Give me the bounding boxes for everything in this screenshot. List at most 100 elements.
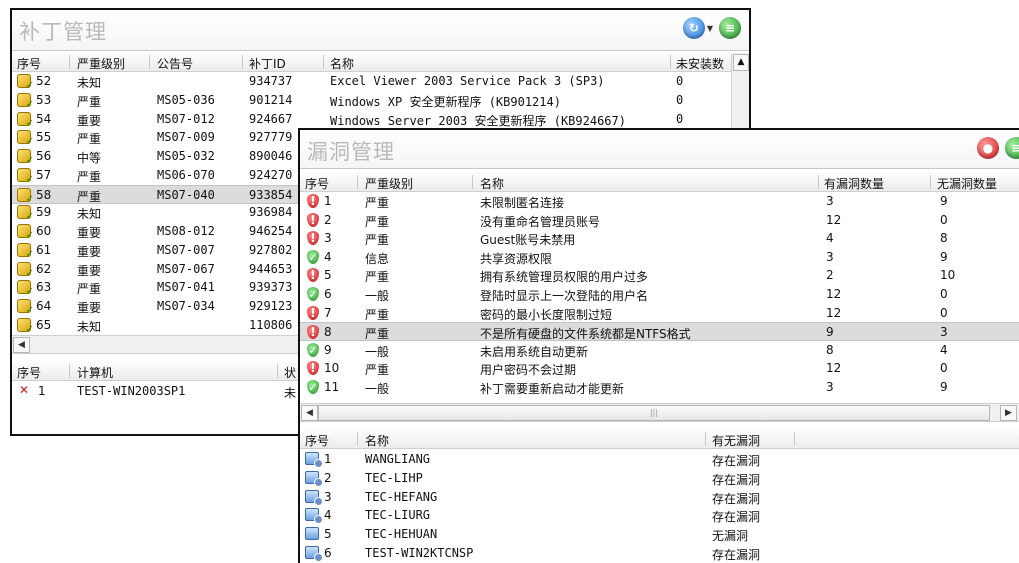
vuln-window-titlebar: 漏洞管理 ● ≡ <box>300 130 1019 169</box>
row-has-vuln: 无漏洞 <box>712 529 749 544</box>
col-header-bulletin[interactable]: 公告号 <box>157 55 193 72</box>
table-row[interactable]: ! 8 严重 不是所有硬盘的文件系统都是NTFS格式 9 3 <box>300 322 1019 342</box>
col-header-host-name[interactable]: 名称 <box>365 432 389 449</box>
col-header-computer[interactable]: 计算机 <box>77 364 113 381</box>
row-bulletin: MS05-036 <box>157 92 215 107</box>
col-header-no-vuln-count[interactable]: 无漏洞数量 <box>937 175 997 192</box>
scroll-up-icon[interactable]: ▲ <box>733 54 749 71</box>
row-id: 60 <box>36 224 52 238</box>
table-row[interactable]: 2 TEC-LIHP 存在漏洞 <box>300 469 1019 488</box>
scroll-left-icon[interactable]: ◀ <box>13 337 30 353</box>
col-header-id[interactable]: 序号 <box>17 55 41 72</box>
scroll-left-icon[interactable]: ◀ <box>301 405 318 421</box>
red-shield-icon: ! <box>307 268 319 283</box>
table-row[interactable]: 3 TEC-HEFANG 存在漏洞 <box>300 488 1019 507</box>
col-header-id[interactable]: 序号 <box>305 432 329 449</box>
table-row[interactable]: 54 重要 MS07-012 924667 Windows Server 2003 安全… <box>12 110 732 129</box>
row-severity: 严重 <box>77 132 102 147</box>
table-row[interactable]: ✓ 9 一般 未启用系统自动更新 8 4 <box>300 341 1019 360</box>
close-icon[interactable]: ● <box>977 137 999 159</box>
key-check-icon <box>17 167 34 185</box>
col-header-vuln-count[interactable]: 有漏洞数量 <box>824 175 884 192</box>
row-vuln-count: 3 <box>826 194 834 208</box>
table-row[interactable]: ! 10 严重 用户密码不会过期 12 0 <box>300 359 1019 378</box>
row-bulletin: MS08-012 <box>157 224 215 238</box>
col-header-status[interactable]: 状 <box>284 364 296 381</box>
table-row[interactable]: 6 TEST-WIN2KTCNSP 存在漏洞 <box>300 544 1019 563</box>
table-row[interactable]: ✓ 11 一般 补丁需要重新启动才能更新 3 9 <box>300 378 1019 397</box>
row-bulletin: MS07-012 <box>157 111 215 126</box>
row-id: 57 <box>36 167 52 182</box>
col-header-severity[interactable]: 严重级别 <box>77 55 125 72</box>
table-row[interactable]: ! 1 严重 未限制匿名连接 3 9 <box>300 192 1019 211</box>
table-row[interactable]: ! 3 严重 Guest账号未禁用 4 8 <box>300 229 1019 248</box>
row-severity: 重要 <box>77 301 102 315</box>
table-row[interactable]: 5 TEC-HEHUAN 无漏洞 <box>300 525 1019 544</box>
row-id: 4 <box>324 249 332 264</box>
row-severity: 未知 <box>77 319 102 334</box>
col-header-name[interactable]: 名称 <box>480 175 504 192</box>
row-name: Guest账号未禁用 <box>480 233 576 248</box>
row-no-vuln-count: 3 <box>940 325 948 340</box>
export-icon[interactable]: ≡ <box>719 17 741 39</box>
row-no-vuln-count: 8 <box>940 231 948 246</box>
key-check-icon <box>17 187 34 205</box>
scrollbar-thumb[interactable]: ||| <box>318 405 990 421</box>
row-host-name: TEC-LIHP <box>365 470 423 485</box>
computer-icon <box>305 489 323 506</box>
row-has-vuln: 存在漏洞 <box>712 491 761 506</box>
row-vuln-count: 12 <box>826 361 842 376</box>
row-severity: 一般 <box>365 289 390 303</box>
row-missing-count: 0 <box>676 111 684 126</box>
patch-window-titlebar: 补丁管理 ↻ ▼ ≡ <box>12 10 749 51</box>
row-patch-id: 927802 <box>249 242 293 257</box>
col-header-name[interactable]: 名称 <box>330 55 354 72</box>
host-table-header: 序号 名称 有无漏洞 <box>300 430 1019 449</box>
row-name: 补丁需要重新启动才能更新 <box>480 382 625 396</box>
refresh-icon[interactable]: ↻ <box>682 17 705 39</box>
export-icon[interactable]: ≡ <box>1005 137 1019 159</box>
scroll-right-icon[interactable]: ▶ <box>1000 405 1017 421</box>
row-host-name: TEC-LIURG <box>365 508 431 523</box>
table-row[interactable]: 1 WANGLIANG 存在漏洞 <box>300 450 1019 469</box>
row-patch-id: 936984 <box>249 205 293 220</box>
row-vuln-count: 4 <box>826 231 834 246</box>
vuln-table-hscrollbar[interactable]: ◀ ||| ▶ <box>300 403 1019 422</box>
vuln-window-title: 漏洞管理 <box>307 140 395 164</box>
table-row[interactable]: 53 严重 MS05-036 901214 Windows XP 安全更新程序 (KB9… <box>12 91 732 110</box>
row-has-vuln: 存在漏洞 <box>712 454 761 468</box>
vuln-table-header: 序号 严重级别 名称 有漏洞数量 无漏洞数量 <box>300 173 1019 192</box>
row-patch-id: 929123 <box>249 299 293 313</box>
row-severity: 未知 <box>77 207 102 222</box>
row-missing-count: 0 <box>676 92 684 107</box>
row-id: 7 <box>324 305 332 320</box>
row-name: 共享资源权限 <box>480 251 553 266</box>
row-severity: 中等 <box>77 151 102 165</box>
row-name: 没有重命名管理员账号 <box>480 214 601 229</box>
row-id: 61 <box>36 242 52 257</box>
chevron-down-icon[interactable]: ▼ <box>707 24 713 33</box>
red-shield-icon: ! <box>307 231 319 246</box>
table-row[interactable]: ! 7 严重 密码的最小长度限制过短 12 0 <box>300 304 1019 323</box>
row-no-vuln-count: 9 <box>940 194 948 208</box>
col-header-has-vuln[interactable]: 有无漏洞 <box>712 432 760 449</box>
row-id: 5 <box>324 268 332 283</box>
row-no-vuln-count: 9 <box>940 380 948 394</box>
col-header-severity[interactable]: 严重级别 <box>365 175 413 192</box>
row-patch-id: 890046 <box>249 149 293 163</box>
row-host-name: TEC-HEHUAN <box>365 527 438 542</box>
col-header-patch-id[interactable]: 补丁ID <box>249 55 286 72</box>
table-row[interactable]: ! 5 严重 拥有系统管理员权限的用户过多 2 10 <box>300 266 1019 285</box>
row-id: 62 <box>36 261 52 276</box>
col-header-id[interactable]: 序号 <box>17 364 41 381</box>
col-header-missing-count[interactable]: 未安装数 <box>676 55 724 72</box>
table-row[interactable]: ✓ 4 信息 共享资源权限 3 9 <box>300 248 1019 267</box>
table-row[interactable]: ! 2 严重 没有重命名管理员账号 12 0 <box>300 211 1019 230</box>
table-row[interactable]: 52 未知 934737 Excel Viewer 2003 Service Pack… <box>12 72 732 91</box>
row-id: 3 <box>324 231 332 246</box>
row-bulletin: MS07-009 <box>157 130 215 145</box>
table-row[interactable]: 4 TEC-LIURG 存在漏洞 <box>300 506 1019 525</box>
col-header-id[interactable]: 序号 <box>305 175 329 192</box>
row-id: 1 <box>324 194 332 208</box>
table-row[interactable]: ✓ 6 一般 登陆时显示上一次登陆的用户名 12 0 <box>300 285 1019 304</box>
